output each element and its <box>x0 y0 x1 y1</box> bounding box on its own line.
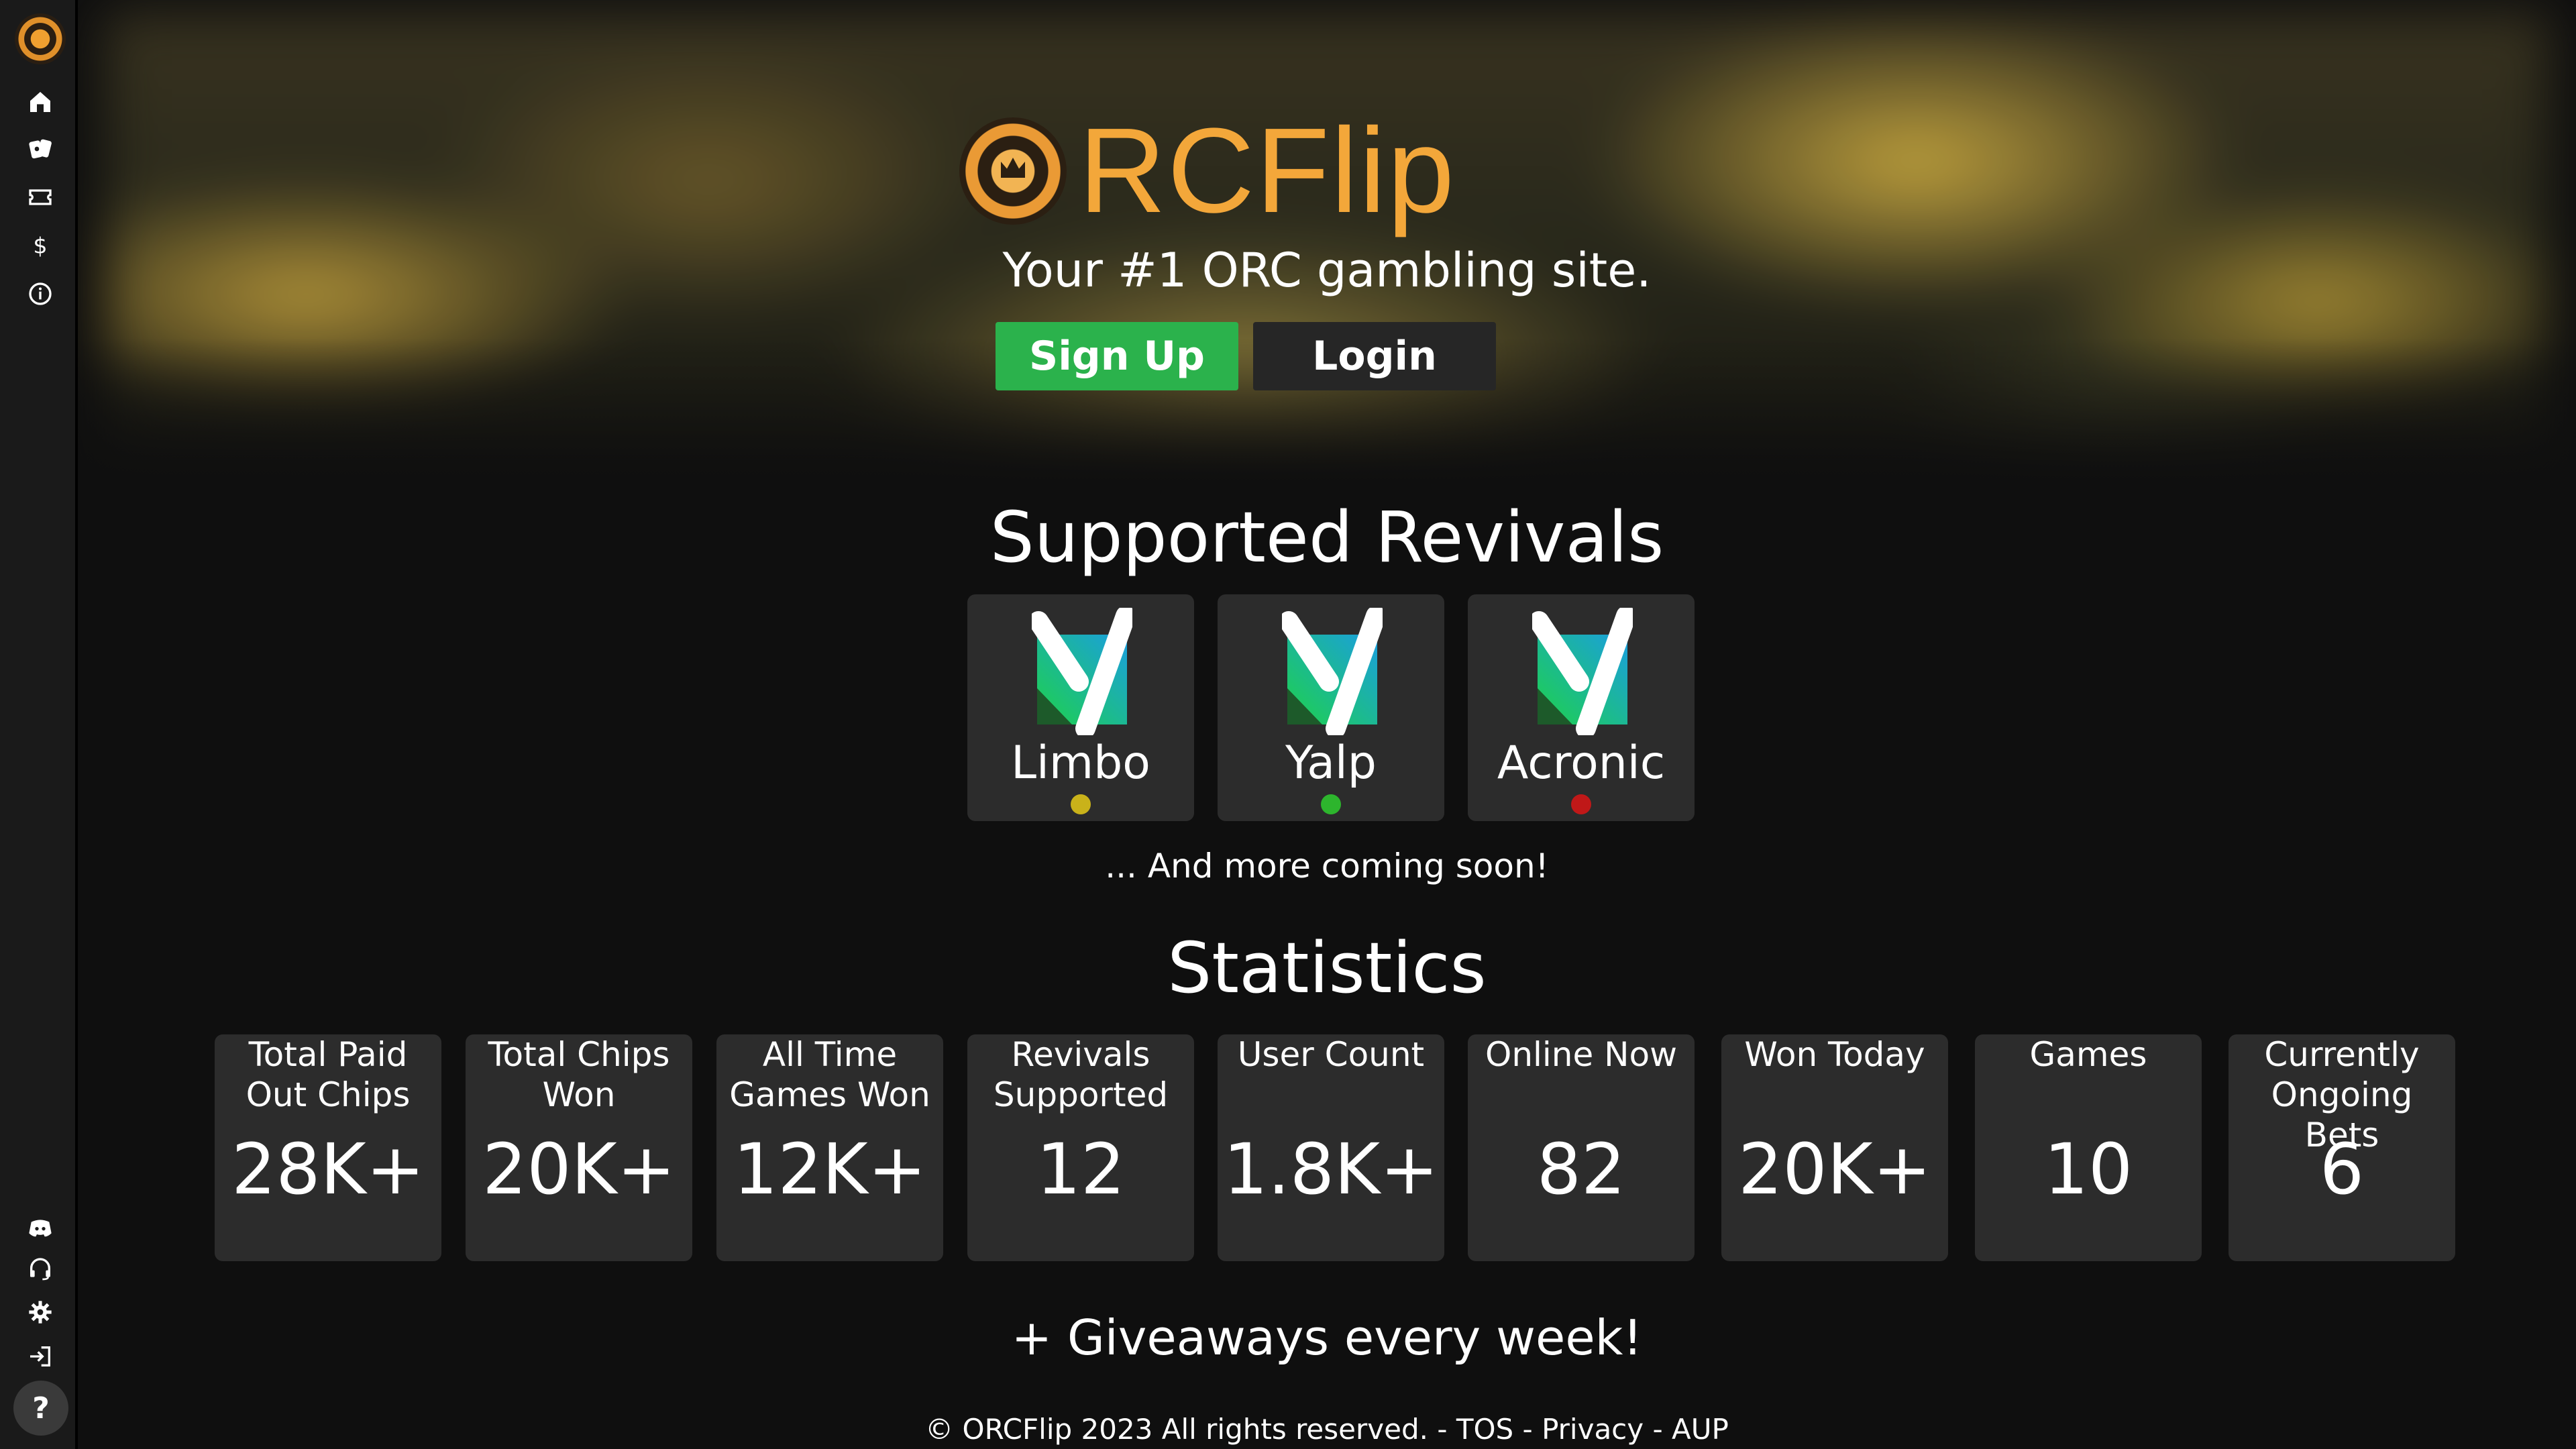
stat-label: User Count <box>1237 1035 1425 1074</box>
stat-card: Total Paid Out Chips 28K+ <box>215 1034 441 1261</box>
stat-label: Games <box>2029 1035 2147 1074</box>
giveaways-text: + Giveaways every week! <box>1011 1309 1643 1366</box>
aup-link[interactable]: AUP <box>1672 1413 1729 1446</box>
revival-card[interactable]: Acronic <box>1468 594 1695 821</box>
dollar-icon[interactable]: $ <box>24 229 56 262</box>
gear-icon[interactable] <box>24 1296 56 1328</box>
discord-icon[interactable] <box>24 1212 56 1244</box>
stat-label: Online Now <box>1485 1035 1678 1074</box>
chip-crown-icon <box>959 117 1067 225</box>
stat-value: 10 <box>2043 1128 2133 1210</box>
logout-icon[interactable] <box>24 1340 56 1373</box>
tos-link[interactable]: TOS <box>1456 1413 1513 1446</box>
revival-card[interactable]: Yalp <box>1218 594 1444 821</box>
stat-card: Revivals Supported 12 <box>967 1034 1194 1261</box>
revivals-title: Supported Revivals <box>989 496 1664 578</box>
footer: © ORCFlip 2023 All rights reserved. - TO… <box>925 1413 1729 1446</box>
stat-value: 28K+ <box>231 1128 425 1210</box>
logo-chip-icon[interactable] <box>15 13 66 64</box>
revival-logo-icon <box>1282 608 1383 735</box>
status-indicator <box>1571 794 1591 814</box>
stat-card: Currently Ongoing Bets 6 <box>2229 1034 2455 1261</box>
revival-name: Yalp <box>1285 737 1377 790</box>
stat-card: Total Chips Won 20K+ <box>466 1034 692 1261</box>
copyright-text: © ORCFlip 2023 All rights reserved. <box>925 1413 1428 1446</box>
stat-value: 20K+ <box>482 1128 676 1210</box>
brand-logo: RCFlip <box>959 107 1456 235</box>
stat-label: Won Today <box>1744 1035 1925 1074</box>
cards-icon[interactable] <box>24 133 56 165</box>
info-icon[interactable] <box>24 278 56 310</box>
stat-label: All Time Games Won <box>729 1035 930 1114</box>
help-button[interactable]: ? <box>13 1381 68 1436</box>
auth-buttons: Sign Up Login <box>996 322 1496 390</box>
headset-icon[interactable] <box>24 1253 56 1285</box>
stat-value: 20K+ <box>1738 1128 1931 1210</box>
stat-card: Online Now 82 <box>1468 1034 1695 1261</box>
sidebar: $ ? <box>0 0 78 1449</box>
stat-card: User Count 1.8K+ <box>1218 1034 1444 1261</box>
privacy-link[interactable]: Privacy <box>1542 1413 1644 1446</box>
stat-card: All Time Games Won 12K+ <box>716 1034 943 1261</box>
stat-label: Total Paid Out Chips <box>246 1035 411 1114</box>
stat-value: 12 <box>1036 1128 1126 1210</box>
svg-text:$: $ <box>33 233 47 259</box>
stat-value: 1.8K+ <box>1223 1128 1439 1210</box>
revival-card[interactable]: Limbo <box>967 594 1194 821</box>
revival-logo-icon <box>1032 608 1132 735</box>
hero-banner <box>78 0 2576 483</box>
revival-name: Limbo <box>1011 737 1150 790</box>
statistics-title: Statistics <box>1167 927 1487 1009</box>
revival-logo-icon <box>1532 608 1633 735</box>
signup-button[interactable]: Sign Up <box>996 322 1238 390</box>
revival-name: Acronic <box>1497 737 1666 790</box>
stat-label: Revivals Supported <box>993 1035 1169 1114</box>
ticket-icon[interactable] <box>24 181 56 213</box>
stat-value: 82 <box>1536 1128 1626 1210</box>
stat-value: 6 <box>2319 1128 2365 1210</box>
brand-name: RCFlip <box>1079 103 1456 238</box>
stat-value: 12K+ <box>733 1128 926 1210</box>
stat-card: Won Today 20K+ <box>1721 1034 1948 1261</box>
more-coming-text: ... And more coming soon! <box>1105 847 1549 885</box>
stat-label: Total Chips Won <box>488 1035 670 1114</box>
tagline: Your #1 ORC gambling site. <box>1002 243 1652 298</box>
status-indicator <box>1071 794 1091 814</box>
stat-card: Games 10 <box>1975 1034 2202 1261</box>
login-button[interactable]: Login <box>1253 322 1496 390</box>
status-indicator <box>1321 794 1341 814</box>
home-icon[interactable] <box>24 86 56 118</box>
